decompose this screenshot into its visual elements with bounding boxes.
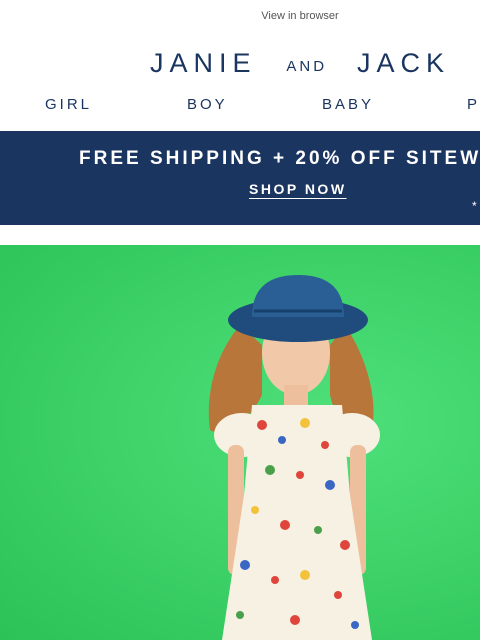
- view-in-browser-link[interactable]: View in browser: [0, 10, 480, 22]
- logo-word-janie: JANIE: [150, 47, 257, 78]
- logo-word-and: AND: [286, 57, 328, 75]
- hero-image[interactable]: [0, 245, 480, 640]
- shop-now-button[interactable]: SHOP NOW: [249, 181, 347, 197]
- logo-word-jack: JACK: [356, 47, 450, 78]
- promo-banner[interactable]: FREE SHIPPING + 20% OFF SITEWI SHOP NOW …: [0, 131, 480, 225]
- janie-and-jack-logo[interactable]: JANIE AND JACK: [150, 46, 450, 80]
- promo-headline: FREE SHIPPING + 20% OFF SITEWI: [79, 148, 480, 169]
- hero-photo-illustration: [208, 275, 380, 640]
- nav-item-partial[interactable]: P: [467, 96, 480, 113]
- nav-item-boy[interactable]: BOY: [187, 96, 228, 113]
- nav-item-baby[interactable]: BABY: [322, 96, 374, 113]
- promo-footnote-marker: *: [472, 199, 477, 213]
- nav-item-girl[interactable]: GIRL: [45, 96, 92, 113]
